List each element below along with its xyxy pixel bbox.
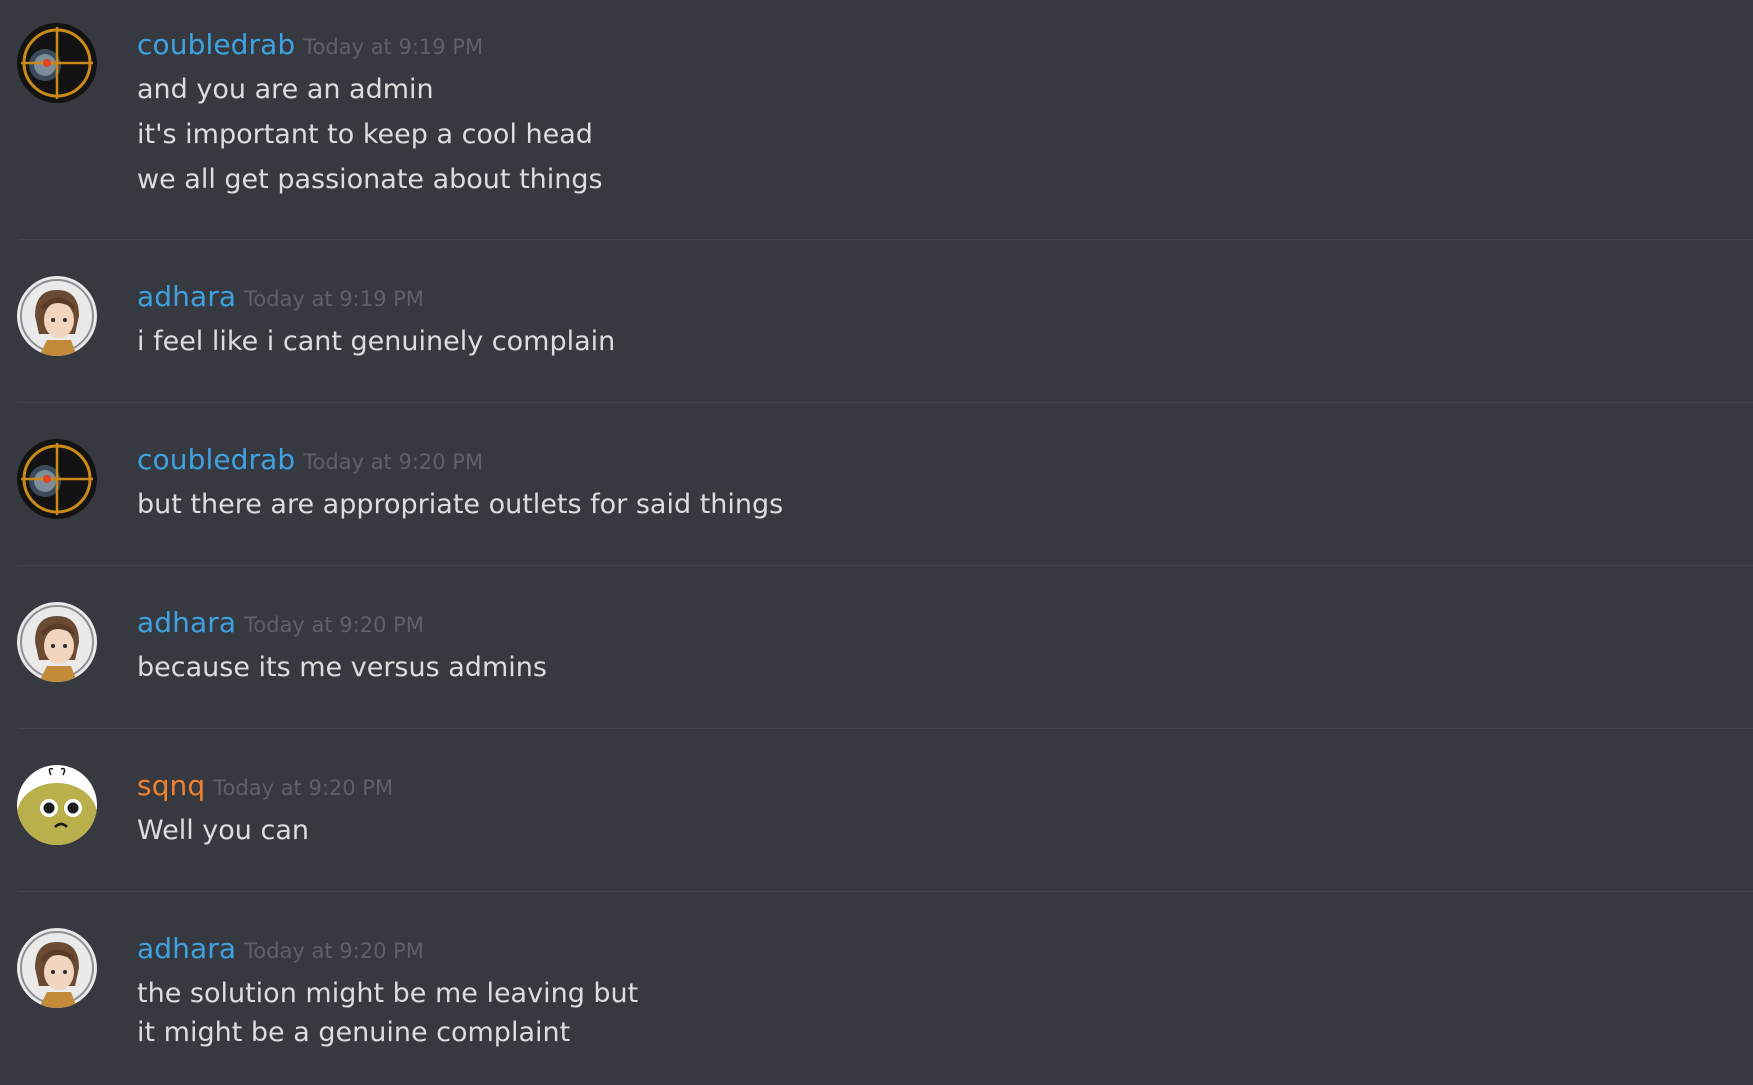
message-header: sqnq Today at 9:20 PM [137, 769, 393, 802]
crosshair-orb-avatar-icon[interactable] [17, 439, 97, 519]
anime-girl-avatar-icon[interactable] [17, 276, 97, 356]
username[interactable]: adhara [137, 280, 236, 313]
anime-girl-avatar-icon[interactable] [17, 602, 97, 682]
message-text: it might be a genuine complaint [137, 1017, 571, 1048]
message-divider [18, 891, 1753, 892]
message-divider [18, 728, 1753, 729]
timestamp: Today at 9:20 PM [244, 613, 424, 637]
message-header: adhara Today at 9:20 PM [137, 932, 424, 965]
message-text: because its me versus admins [137, 652, 547, 683]
message-text: i feel like i cant genuinely complain [137, 326, 616, 357]
message-text: it's important to keep a cool head [137, 119, 593, 150]
timestamp: Today at 9:20 PM [213, 776, 394, 800]
username[interactable]: adhara [137, 606, 236, 639]
message-header: coubledrab Today at 9:19 PM [137, 28, 483, 61]
username[interactable]: coubledrab [137, 443, 295, 476]
anime-girl-avatar-icon[interactable] [17, 928, 97, 1008]
message-divider [18, 565, 1753, 566]
crosshair-orb-avatar-icon[interactable] [17, 23, 97, 103]
message-divider [18, 239, 1753, 240]
timestamp: Today at 9:19 PM [244, 287, 424, 311]
chat-message-list: coubledrab Today at 9:19 PM and you are a… [0, 0, 1753, 1085]
message-header: coubledrab Today at 9:20 PM [137, 443, 483, 476]
message-text: the solution might be me leaving but [137, 978, 639, 1009]
message-text: Well you can [137, 815, 310, 846]
username[interactable]: coubledrab [137, 28, 295, 61]
message-text: we all get passionate about things [137, 164, 603, 195]
message-header: adhara Today at 9:19 PM [137, 280, 424, 313]
timestamp: Today at 9:20 PM [244, 939, 424, 963]
bee-face-avatar-icon[interactable] [17, 765, 97, 845]
message-divider [18, 402, 1753, 403]
timestamp: Today at 9:20 PM [303, 450, 484, 474]
username[interactable]: sqnq [137, 769, 205, 802]
message-text: but there are appropriate outlets for sa… [137, 489, 784, 520]
timestamp: Today at 9:19 PM [303, 35, 484, 59]
message-header: adhara Today at 9:20 PM [137, 606, 424, 639]
username[interactable]: adhara [137, 932, 236, 965]
message-text: and you are an admin [137, 74, 434, 105]
